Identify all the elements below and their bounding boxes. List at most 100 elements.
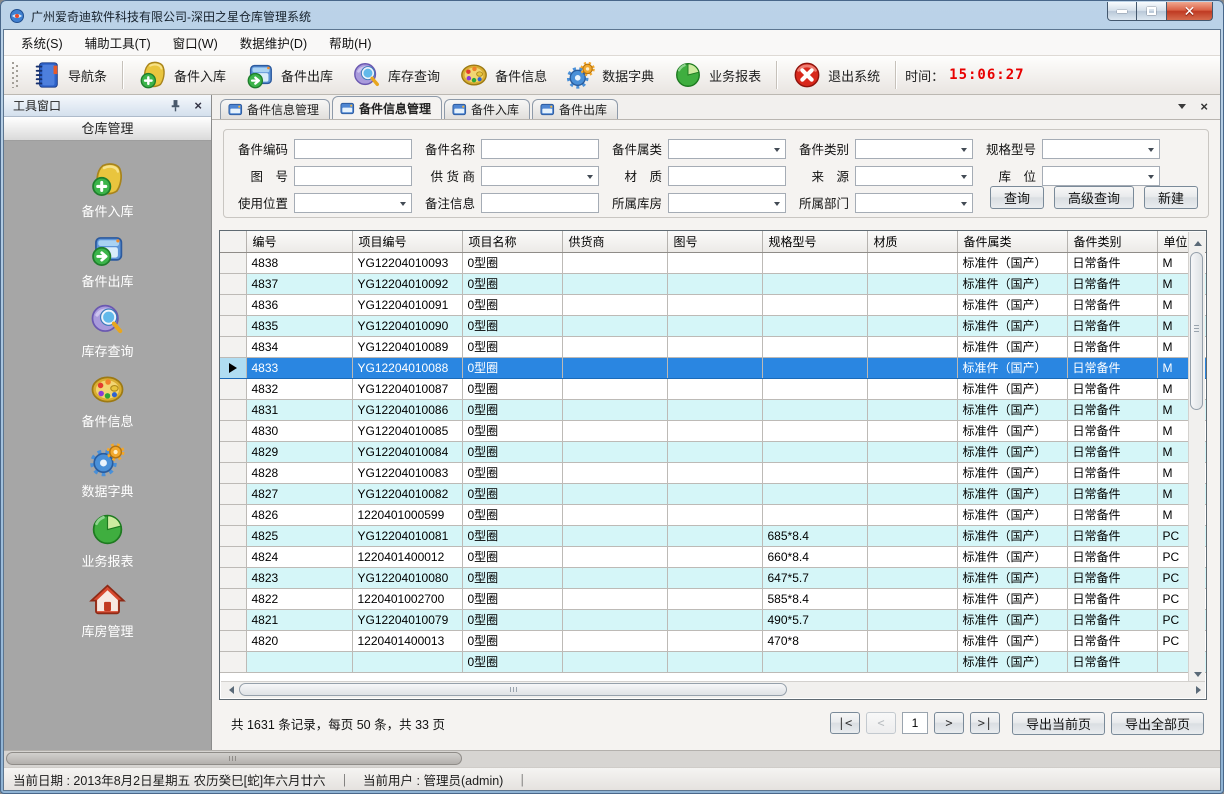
table-row[interactable]: 4835YG122040100900型圈标准件（国产）日常备件M xyxy=(220,315,1207,336)
dropdown-select[interactable] xyxy=(855,193,973,213)
export-current-page-button[interactable]: 导出当前页 xyxy=(1012,712,1105,735)
menu-item[interactable]: 系统(S) xyxy=(10,29,74,56)
toolbar-button-navigator-book[interactable]: 导航条 xyxy=(26,58,113,92)
tab-item-1[interactable]: 备件信息管理 xyxy=(332,96,442,119)
text-input[interactable] xyxy=(294,139,412,159)
table-row[interactable]: 482412204014000120型圈660*8.4标准件（国产）日常备件PC xyxy=(220,546,1207,567)
sidebar-item-business-report[interactable]: 业务报表 xyxy=(4,511,211,581)
tab-item-0[interactable]: 备件信息管理 xyxy=(220,99,330,119)
scroll-right-icon[interactable] xyxy=(1189,682,1205,698)
toolbar-button-data-dictionary[interactable]: 数据字典 xyxy=(560,58,660,92)
tool-window-close-icon[interactable]: × xyxy=(194,99,202,112)
table-row[interactable]: 4823YG122040100800型圈647*5.7标准件（国产）日常备件PC xyxy=(220,567,1207,588)
toolbar-button-exit-system[interactable]: 退出系统 xyxy=(786,58,886,92)
toolbar-grip[interactable] xyxy=(12,62,19,88)
sidebar-item-inventory-search[interactable]: 库存查询 xyxy=(4,301,211,371)
text-input[interactable] xyxy=(294,166,412,186)
dropdown-select[interactable] xyxy=(668,193,786,213)
column-header[interactable]: 备件类别 xyxy=(1067,231,1157,252)
sidebar-item-data-dictionary[interactable]: 数据字典 xyxy=(4,441,211,511)
table-row[interactable]: 4830YG122040100850型圈标准件（国产）日常备件M xyxy=(220,420,1207,441)
tab-item-3[interactable]: 备件出库 xyxy=(532,99,618,119)
page-number-input[interactable] xyxy=(902,712,928,734)
column-header[interactable]: 项目名称 xyxy=(462,231,562,252)
dropdown-select[interactable] xyxy=(668,139,786,159)
export-all-pages-button[interactable]: 导出全部页 xyxy=(1111,712,1204,735)
column-header[interactable]: 材质 xyxy=(867,231,957,252)
table-row[interactable]: 4834YG122040100890型圈标准件（国产）日常备件M xyxy=(220,336,1207,357)
table-cell: 标准件（国产） xyxy=(957,504,1067,525)
sidebar-item-parts-info[interactable]: 备件信息 xyxy=(4,371,211,441)
table-row[interactable]: 482212204010027000型圈585*8.4标准件（国产）日常备件PC xyxy=(220,588,1207,609)
tab-close-icon[interactable]: × xyxy=(1200,100,1208,113)
row-indicator xyxy=(220,504,246,525)
close-button[interactable]: ✕ xyxy=(1167,2,1213,21)
table-row[interactable]: 4838YG122040100930型圈标准件（国产）日常备件M xyxy=(220,252,1207,273)
table-row[interactable]: 482612204010005990型圈标准件（国产）日常备件M xyxy=(220,504,1207,525)
table-row[interactable]: 482012204014000130型圈470*8标准件（国产）日常备件PC xyxy=(220,630,1207,651)
scroll-up-icon[interactable] xyxy=(1189,232,1205,248)
dropdown-select[interactable] xyxy=(1042,166,1160,186)
column-header[interactable]: 项目编号 xyxy=(352,231,462,252)
menu-item[interactable]: 数据维护(D) xyxy=(229,29,318,56)
column-header[interactable]: 备件属类 xyxy=(957,231,1067,252)
tab-item-2[interactable]: 备件入库 xyxy=(444,99,530,119)
toolbar-button-inventory-search[interactable]: 库存查询 xyxy=(346,58,446,92)
text-input[interactable] xyxy=(668,166,786,186)
content-scroll-thumb[interactable] xyxy=(6,752,462,765)
vertical-scrollbar[interactable] xyxy=(1188,232,1205,681)
column-header[interactable]: 图号 xyxy=(667,231,762,252)
sidebar-section-header[interactable]: 仓库管理 xyxy=(4,117,211,141)
text-input[interactable] xyxy=(481,139,599,159)
next-page-button[interactable]: > xyxy=(934,712,964,734)
minimize-button[interactable] xyxy=(1107,2,1137,21)
table-row[interactable]: 4828YG122040100830型圈标准件（国产）日常备件M xyxy=(220,462,1207,483)
table-row[interactable]: 4832YG122040100870型圈标准件（国产）日常备件M xyxy=(220,378,1207,399)
scroll-left-icon[interactable] xyxy=(221,682,237,698)
toolbar-button-business-report[interactable]: 业务报表 xyxy=(667,58,767,92)
sidebar-item-parts-outbound[interactable]: 备件出库 xyxy=(4,231,211,301)
advanced-query-button[interactable]: 高级查询 xyxy=(1054,186,1134,209)
query-button[interactable]: 查询 xyxy=(990,186,1044,209)
horizontal-scroll-thumb[interactable] xyxy=(239,683,787,696)
dropdown-select[interactable] xyxy=(481,166,599,186)
column-header[interactable]: 规格型号 xyxy=(762,231,867,252)
new-button[interactable]: 新建 xyxy=(1144,186,1198,209)
sidebar-item-parts-inbound[interactable]: 备件入库 xyxy=(4,161,211,231)
table-row[interactable]: 4831YG122040100860型圈标准件（国产）日常备件M xyxy=(220,399,1207,420)
first-page-button[interactable]: |< xyxy=(830,712,860,734)
table-row[interactable]: 0型圈标准件（国产）日常备件 xyxy=(220,651,1207,672)
content-horizontal-scrollbar[interactable] xyxy=(4,750,1220,767)
dropdown-select[interactable] xyxy=(294,193,412,213)
toolbar-button-parts-inbound[interactable]: 备件入库 xyxy=(132,58,232,92)
horizontal-scrollbar[interactable] xyxy=(221,681,1205,698)
maximize-button[interactable] xyxy=(1137,2,1167,21)
table-row[interactable]: 4829YG122040100840型圈标准件（国产）日常备件M xyxy=(220,441,1207,462)
scroll-down-icon[interactable] xyxy=(1189,665,1205,681)
table-row[interactable]: 4827YG122040100820型圈标准件（国产）日常备件M xyxy=(220,483,1207,504)
last-page-button[interactable]: >| xyxy=(970,712,1000,734)
prev-page-button[interactable]: < xyxy=(866,712,896,734)
toolbar-button-parts-outbound[interactable]: 备件出库 xyxy=(239,58,339,92)
table-cell xyxy=(562,630,667,651)
pin-icon[interactable] xyxy=(169,99,182,112)
table-row[interactable]: 4837YG122040100920型圈标准件（国产）日常备件M xyxy=(220,273,1207,294)
column-header[interactable]: 供货商 xyxy=(562,231,667,252)
tab-list-dropdown-icon[interactable] xyxy=(1178,104,1186,113)
toolbar-button-parts-info[interactable]: 备件信息 xyxy=(453,58,553,92)
table-row[interactable]: 4821YG122040100790型圈490*5.7标准件（国产）日常备件PC xyxy=(220,609,1207,630)
menu-item[interactable]: 窗口(W) xyxy=(162,29,229,56)
table-row[interactable]: 4833YG122040100880型圈标准件（国产）日常备件M xyxy=(220,357,1207,378)
text-input[interactable] xyxy=(481,193,599,213)
dropdown-select[interactable] xyxy=(1042,139,1160,159)
table-row[interactable]: 4825YG122040100810型圈685*8.4标准件（国产）日常备件PC xyxy=(220,525,1207,546)
row-indicator xyxy=(220,462,246,483)
menu-item[interactable]: 辅助工具(T) xyxy=(74,29,162,56)
column-header[interactable]: 编号 xyxy=(246,231,352,252)
sidebar-item-warehouse-manage[interactable]: 库房管理 xyxy=(4,581,211,651)
menu-item[interactable]: 帮助(H) xyxy=(318,29,382,56)
dropdown-select[interactable] xyxy=(855,139,973,159)
table-row[interactable]: 4836YG122040100910型圈标准件（国产）日常备件M xyxy=(220,294,1207,315)
vertical-scroll-thumb[interactable] xyxy=(1190,252,1203,410)
dropdown-select[interactable] xyxy=(855,166,973,186)
